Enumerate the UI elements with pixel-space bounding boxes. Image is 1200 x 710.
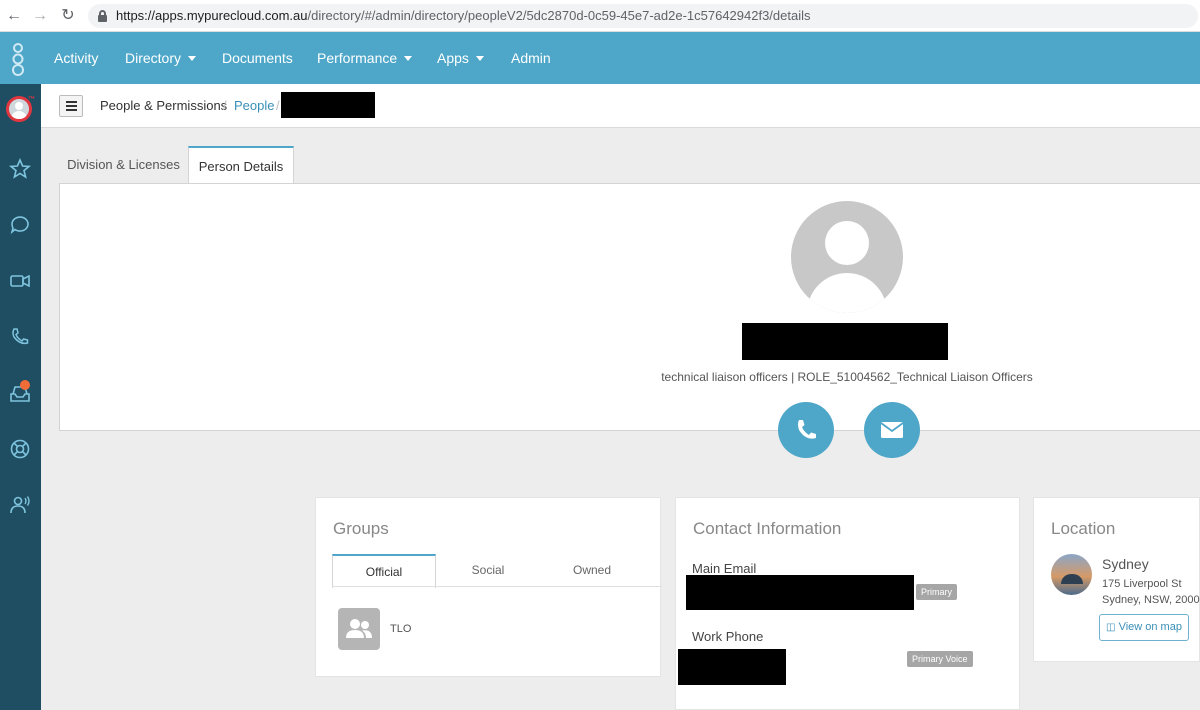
group-icon[interactable] (338, 608, 380, 650)
redacted-profile-name (742, 323, 948, 360)
contact-title: Contact Information (693, 519, 842, 538)
video-icon[interactable] (8, 269, 32, 293)
help-icon[interactable] (8, 437, 32, 461)
location-title: Location (1051, 519, 1116, 538)
location-image (1051, 554, 1092, 595)
nav-performance[interactable]: Performance (317, 50, 413, 66)
status-badge: ™ (28, 96, 35, 103)
tab-groups-official[interactable]: Official (332, 554, 436, 588)
breadcrumb-people-permissions[interactable]: People & Permissions (100, 98, 227, 113)
view-on-map-button[interactable]: ◫ View on map (1099, 614, 1189, 641)
work-phone-label: Work Phone (692, 629, 764, 644)
nav-documents[interactable]: Documents (222, 50, 293, 66)
profile-role: technical liaison officers | ROLE_510045… (661, 370, 1033, 384)
nav-admin[interactable]: Admin (511, 50, 551, 66)
groups-title: Groups (333, 519, 389, 538)
redacted-email (686, 575, 914, 610)
tab-division-licenses[interactable]: Division & Licenses (59, 146, 188, 184)
map-icon: ◫ (1106, 622, 1116, 633)
back-icon[interactable]: ← (4, 6, 24, 26)
chevron-down-icon (475, 56, 484, 61)
browser-toolbar: ← → ↻ https://apps.mypurecloud.com.au/di… (0, 0, 1200, 32)
lock-icon (98, 10, 107, 22)
email-button[interactable] (864, 402, 920, 458)
notification-dot (20, 380, 30, 390)
tab-groups-social[interactable]: Social (436, 554, 540, 587)
phone-icon (798, 420, 816, 439)
location-city: Sydney (1102, 556, 1149, 572)
phone-icon[interactable] (8, 325, 32, 349)
tab-person-details[interactable]: Person Details (188, 146, 294, 185)
envelope-icon (880, 422, 904, 438)
location-card: Location Sydney 175 Liverpool St Sydney,… (1033, 497, 1200, 662)
breadcrumb-bar: People & Permissions / People / (41, 84, 1200, 128)
redacted-phone (678, 649, 786, 685)
breadcrumb-separator: / (223, 98, 227, 113)
profile-header: technical liaison officers | ROLE_510045… (59, 183, 1200, 458)
reload-icon[interactable]: ↻ (58, 6, 78, 26)
chat-icon[interactable] (8, 213, 32, 237)
group-name[interactable]: TLO (390, 623, 411, 635)
forward-icon[interactable]: → (30, 6, 50, 26)
location-address-line1: 175 Liverpool St (1102, 578, 1182, 590)
breadcrumb-people[interactable]: People (234, 98, 274, 113)
main-email-label: Main Email (692, 561, 757, 576)
address-bar[interactable]: https://apps.mypurecloud.com.au/director… (88, 4, 1198, 28)
primary-badge: Primary (916, 584, 957, 600)
profile-avatar (791, 201, 903, 313)
tab-groups-owned[interactable]: Owned (540, 554, 644, 587)
breadcrumb-separator: / (276, 98, 280, 113)
voice-icon[interactable] (8, 493, 32, 517)
top-navigation: Activity Directory Documents Performance… (0, 32, 1200, 84)
menu-toggle-button[interactable] (59, 95, 83, 117)
primary-voice-badge: Primary Voice (907, 651, 973, 667)
url-text: https://apps.mypurecloud.com.au/director… (116, 8, 811, 23)
location-address-line2: Sydney, NSW, 2000, (1102, 594, 1200, 606)
chevron-down-icon (188, 56, 197, 61)
contact-information-card: Contact Information Main Email Primary W… (675, 497, 1020, 710)
nav-apps[interactable]: Apps (437, 50, 484, 66)
groups-card: Groups Official Social Owned TLO (315, 497, 662, 677)
call-button[interactable] (778, 402, 834, 458)
redacted-person-name (281, 92, 375, 118)
nav-activity[interactable]: Activity (54, 50, 98, 66)
left-sidebar: ™ (0, 84, 41, 710)
app-logo-icon[interactable] (0, 32, 41, 84)
divider (332, 586, 662, 587)
nav-directory[interactable]: Directory (125, 50, 197, 66)
star-icon[interactable] (8, 157, 32, 181)
chevron-down-icon (404, 56, 413, 61)
